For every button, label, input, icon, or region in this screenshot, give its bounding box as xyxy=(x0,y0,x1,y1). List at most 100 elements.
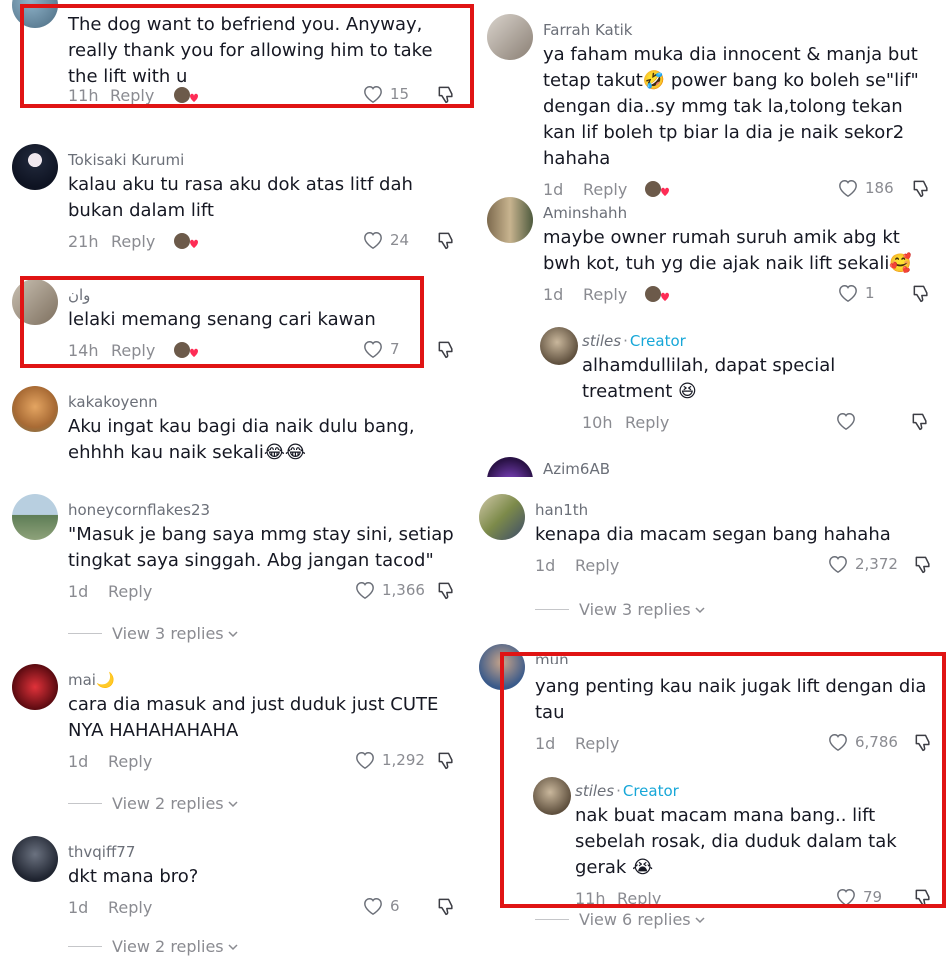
reply-button[interactable]: Reply xyxy=(583,180,627,199)
comment-text: kalau aku tu rasa aku dok atas litf dah … xyxy=(68,174,413,221)
reply-button[interactable]: Reply xyxy=(111,232,155,251)
comment-r4: han1th kenapa dia macam segan bang hahah… xyxy=(479,494,940,580)
comment-time: 1d xyxy=(68,752,89,771)
comment-text: "Masuk je bang saya mmg stay sini, setia… xyxy=(68,524,454,571)
avatar[interactable] xyxy=(12,836,58,882)
thumbs-down-icon[interactable] xyxy=(436,750,456,770)
comment-c3: kakakoyenn Aku ingat kau bagi dia naik d… xyxy=(12,386,508,466)
heart-outline-icon xyxy=(837,178,859,198)
thumbs-down-icon[interactable] xyxy=(436,580,456,600)
thumbs-down-icon[interactable] xyxy=(913,554,933,574)
avatar[interactable] xyxy=(479,494,525,540)
like-count: 1,366 xyxy=(382,581,425,599)
like-button[interactable]: 1,366 xyxy=(354,580,425,600)
view-replies-button[interactable]: View 3 replies xyxy=(68,624,239,643)
avatar[interactable] xyxy=(487,457,533,477)
comment-username[interactable]: mai🌙 xyxy=(68,670,508,690)
highlight-box xyxy=(20,4,474,108)
comment-meta: 1d Reply 2,372 xyxy=(535,554,940,580)
highlight-box xyxy=(20,276,424,368)
like-count: 24 xyxy=(390,231,410,249)
heart-outline-icon xyxy=(362,230,384,250)
view-replies-button[interactable]: View 2 replies xyxy=(68,937,239,956)
comment-username[interactable]: kakakoyenn xyxy=(68,392,508,412)
comment-text: kenapa dia macam segan bang hahaha xyxy=(535,524,891,545)
thumbs-down-icon[interactable] xyxy=(436,339,456,359)
highlight-box xyxy=(500,652,946,908)
like-count: 186 xyxy=(865,179,894,197)
like-button[interactable]: 6 xyxy=(362,896,400,916)
comment-meta: 1d Reply 1,292 xyxy=(68,750,508,776)
comment-time: 1d xyxy=(535,556,556,575)
like-count: 2,372 xyxy=(855,555,898,573)
comment-time: 1d xyxy=(68,582,89,601)
avatar[interactable] xyxy=(12,494,58,540)
thumbs-down-icon[interactable] xyxy=(911,283,931,303)
heart-outline-icon xyxy=(835,411,857,431)
view-replies-button[interactable]: View 3 replies xyxy=(535,600,706,619)
thumbs-down-icon[interactable] xyxy=(436,230,456,250)
heart-outline-icon xyxy=(362,896,384,916)
comment-username[interactable]: han1th xyxy=(535,500,940,520)
thumbs-down-icon[interactable] xyxy=(910,411,930,431)
chevron-down-icon xyxy=(227,629,239,639)
reply-button[interactable]: Reply xyxy=(108,752,152,771)
thumbs-down-icon[interactable] xyxy=(436,896,456,916)
comment-time: 1d xyxy=(68,898,89,917)
comment-meta: 1d Reply 1 xyxy=(543,283,943,309)
avatar[interactable] xyxy=(12,144,58,190)
thumbs-down-icon[interactable] xyxy=(911,178,931,198)
reply-button[interactable]: Reply xyxy=(583,285,627,304)
comment-username[interactable]: Farrah Katik xyxy=(543,20,943,40)
comment-time: 10h xyxy=(582,413,613,432)
comment-meta: 1d Reply 6 xyxy=(68,896,508,922)
like-button[interactable] xyxy=(835,411,863,431)
comment-username[interactable]: Aminshahh xyxy=(543,203,943,223)
creator-liked-badge xyxy=(643,283,673,307)
creator-liked-badge xyxy=(172,230,202,254)
comment-meta: 1d Reply 186 xyxy=(543,178,943,204)
reply-button[interactable]: Reply xyxy=(108,898,152,917)
heart-outline-icon xyxy=(354,750,376,770)
comment-r3: Azim6AB xyxy=(543,459,943,477)
reply-button[interactable]: Reply xyxy=(575,556,619,575)
comment-r2: stiles · Creator alhamdullilah, dapat spec… xyxy=(540,327,942,437)
comment-username[interactable]: honeycornflakes23 xyxy=(68,500,508,520)
chevron-down-icon xyxy=(227,942,239,952)
like-button[interactable]: 1 xyxy=(837,283,875,303)
avatar[interactable] xyxy=(487,197,533,243)
like-button[interactable]: 24 xyxy=(362,230,409,250)
avatar[interactable] xyxy=(540,327,578,365)
comment-text: maybe owner rumah suruh amik abg kt bwh … xyxy=(543,227,912,274)
view-replies-button[interactable]: View 6 replies xyxy=(535,910,706,929)
comment-username[interactable]: thvqiff77 xyxy=(68,842,508,862)
comment-username[interactable]: Tokisaki Kurumi xyxy=(68,150,508,170)
chevron-down-icon xyxy=(227,799,239,809)
like-button[interactable]: 186 xyxy=(837,178,894,198)
heart-outline-icon xyxy=(354,580,376,600)
comment-meta: 10h Reply xyxy=(582,411,942,437)
avatar[interactable] xyxy=(12,664,58,710)
comment-username[interactable]: Azim6AB xyxy=(543,459,943,477)
comment-c6: thvqiff77 dkt mana bro? 1d Reply 6 xyxy=(12,836,508,922)
view-replies-button[interactable]: View 2 replies xyxy=(68,794,239,813)
comment-text: alhamdullilah, dapat special treatment 😆 xyxy=(582,355,836,402)
comment-c4: honeycornflakes23 "Masuk je bang saya mm… xyxy=(12,494,508,606)
like-button[interactable]: 1,292 xyxy=(354,750,425,770)
avatar[interactable] xyxy=(12,386,58,432)
comment-r1: Aminshahh maybe owner rumah suruh amik a… xyxy=(487,197,943,309)
comment-c1: Tokisaki Kurumi kalau aku tu rasa aku do… xyxy=(12,144,508,256)
like-count: 6 xyxy=(390,897,400,915)
reply-button[interactable]: Reply xyxy=(625,413,669,432)
comment-text: cara dia masuk and just duduk just CUTE … xyxy=(68,694,439,741)
reply-button[interactable]: Reply xyxy=(108,582,152,601)
comment-time: 1d xyxy=(543,285,564,304)
comment-time: 21h xyxy=(68,232,99,251)
like-button[interactable]: 2,372 xyxy=(827,554,898,574)
comment-text: dkt mana bro? xyxy=(68,866,199,887)
comment-text: Aku ingat kau bagi dia naik dulu bang, e… xyxy=(68,416,415,463)
avatar[interactable] xyxy=(487,14,533,60)
comment-c5: mai🌙 cara dia masuk and just duduk just … xyxy=(12,664,508,776)
creator-badge: Creator xyxy=(629,332,686,350)
comment-text: ya faham muka dia innocent & manja but t… xyxy=(543,44,919,169)
